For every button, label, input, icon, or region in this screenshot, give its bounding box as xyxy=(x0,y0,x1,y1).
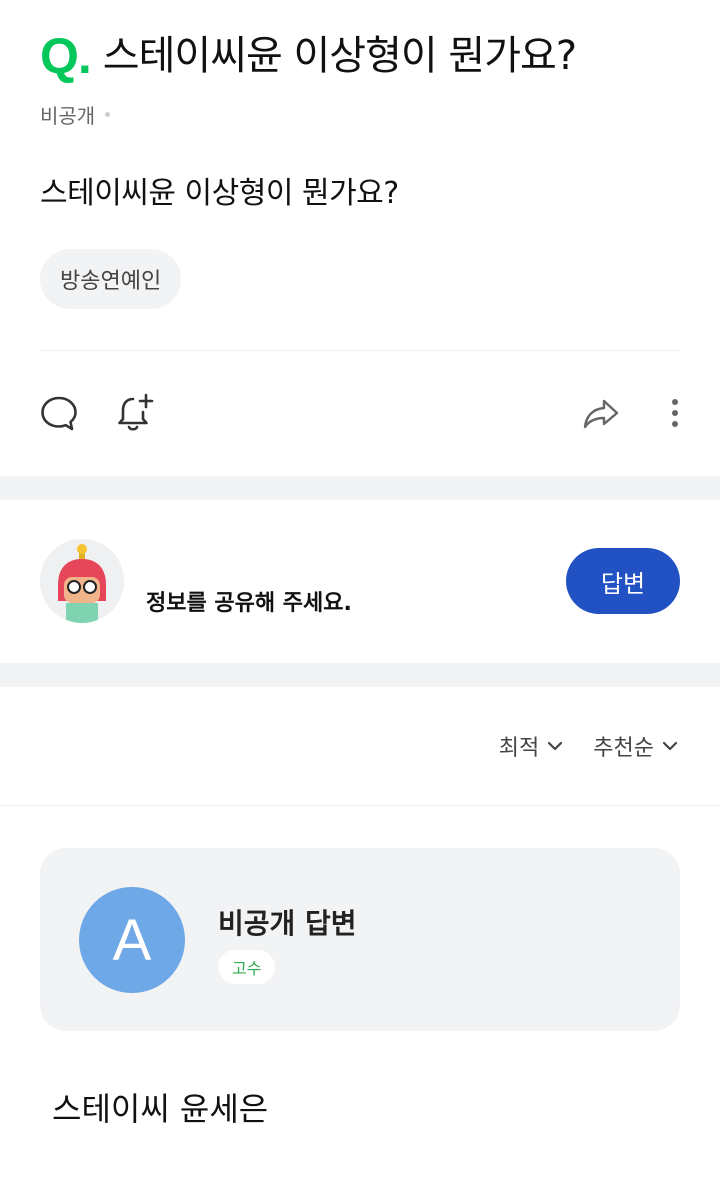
question-author: 비공개 xyxy=(40,104,96,128)
question-meta: 비공개 xyxy=(40,100,111,129)
question-title: Q. 스테이씨윤 이상형이 뭔가요? xyxy=(40,26,577,86)
answer-author-card: A 비공개 답변 고수 xyxy=(40,848,680,1031)
question-body: 스테이씨윤 이상형이 뭔가요? xyxy=(40,176,399,211)
action-bar xyxy=(0,388,720,438)
bell-plus-icon[interactable] xyxy=(113,388,157,438)
answer-button[interactable]: 답변 xyxy=(566,548,680,614)
sort-label: 추천순 xyxy=(593,736,654,761)
divider xyxy=(0,805,720,806)
category-tag[interactable]: 방송연예인 xyxy=(40,249,182,309)
share-icon[interactable] xyxy=(579,388,623,438)
sort-dropdown-recommend[interactable]: 추천순 xyxy=(593,730,680,762)
answerer-name: 비공개 답변 xyxy=(218,907,357,940)
question-mark-logo: Q. xyxy=(40,28,92,84)
question-title-text: 스테이씨윤 이상형이 뭔가요? xyxy=(102,33,577,79)
expert-badge: 고수 xyxy=(218,950,276,984)
answer-text: 스테이씨 윤세은 xyxy=(52,1090,269,1128)
mascot-avatar xyxy=(40,539,124,623)
sort-controls: 최적 추천순 xyxy=(499,730,680,762)
meta-separator-dot xyxy=(105,112,111,117)
answerer-avatar[interactable]: A xyxy=(79,887,185,993)
more-vertical-icon[interactable] xyxy=(653,388,697,438)
chevron-down-icon xyxy=(548,741,563,751)
chevron-down-icon xyxy=(662,741,678,751)
divider xyxy=(40,350,680,351)
section-separator xyxy=(0,476,720,500)
section-separator xyxy=(0,663,720,687)
comment-icon[interactable] xyxy=(37,388,81,438)
answer-prompt: 정보를 공유해 주세요. 답변 xyxy=(0,499,720,662)
sort-label: 최적 xyxy=(498,736,540,761)
promo-message: 정보를 공유해 주세요. xyxy=(146,591,352,616)
sort-dropdown-best[interactable]: 최적 xyxy=(499,730,565,762)
